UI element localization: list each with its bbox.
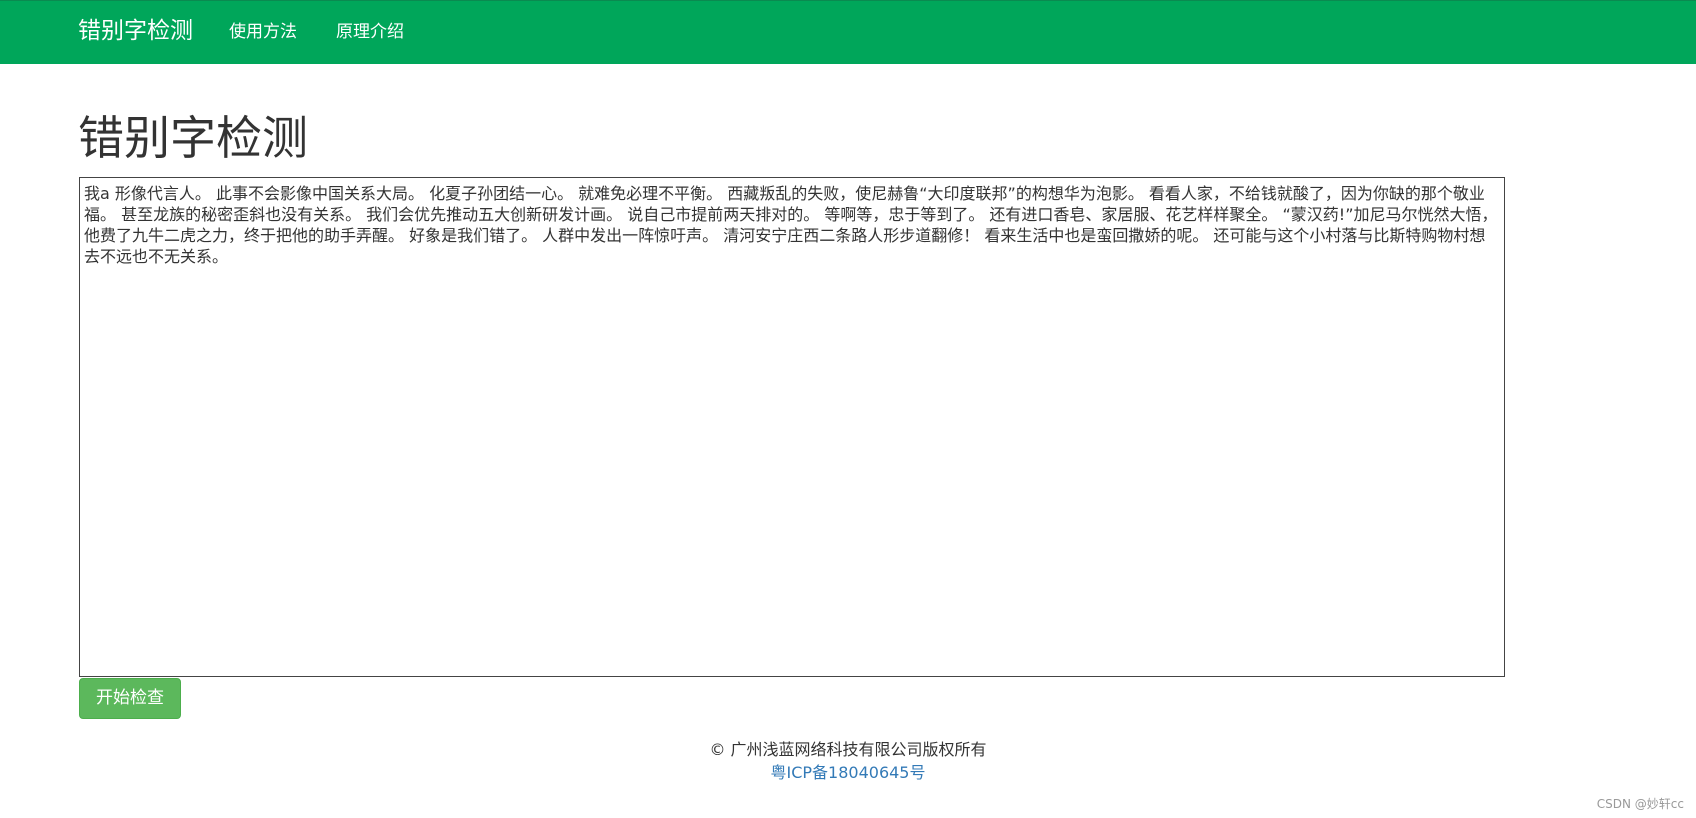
start-check-button[interactable]: 开始检查 xyxy=(79,678,181,719)
top-navbar: 错别字检测 使用方法 原理介绍 xyxy=(0,0,1696,64)
page-title: 错别字检测 xyxy=(78,111,308,165)
text-input[interactable]: 我a 形像代言人。 此事不会影像中国关系大局。 化夏子孙团结一心。 就难免必理不… xyxy=(79,177,1505,677)
nav-link-principle[interactable]: 原理介绍 xyxy=(336,20,404,44)
watermark: CSDN @妙轩cc xyxy=(1596,797,1684,811)
copyright-text: © 广州浅蓝网络科技有限公司版权所有 xyxy=(709,740,987,759)
brand-link[interactable]: 错别字检测 xyxy=(78,15,193,47)
nav-link-usage[interactable]: 使用方法 xyxy=(229,20,297,44)
icp-link[interactable]: 粤ICP备18040645号 xyxy=(771,761,926,784)
footer: © 广州浅蓝网络科技有限公司版权所有 粤ICP备18040645号 xyxy=(0,738,1696,784)
